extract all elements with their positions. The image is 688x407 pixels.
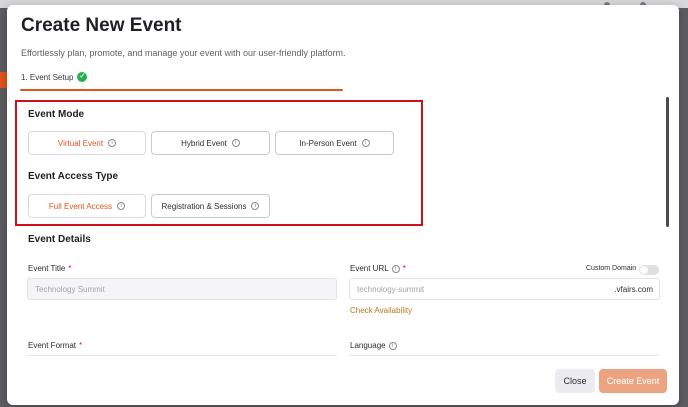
event-url-suffix: .vfairs.com (614, 285, 653, 294)
language-label: Language i (350, 341, 397, 350)
step-label: 1. Event Setup (21, 72, 74, 82)
custom-domain-label: Custom Domain (586, 265, 637, 272)
close-button[interactable]: Close (555, 369, 595, 393)
modal-title: Create New Event (21, 15, 182, 36)
language-select-edge[interactable] (349, 355, 660, 356)
required-mark: * (402, 264, 406, 273)
modal-subtitle: Effortlessly plan, promote, and manage y… (21, 48, 346, 58)
event-title-label: Event Title * (28, 264, 71, 273)
annotation-highlight-box (15, 100, 423, 226)
step-indicator[interactable]: 1. Event Setup ✓ (21, 72, 88, 82)
label-text: Event Format (28, 341, 77, 350)
event-url-placeholder: technology-summit (357, 284, 425, 294)
label-text: Event URL (350, 264, 389, 273)
create-event-button[interactable]: Create Event (599, 369, 667, 393)
check-availability-link[interactable]: Check Availability (350, 306, 412, 315)
event-url-input[interactable]: technology-summit .vfairs.com (349, 278, 660, 300)
check-circle-icon: ✓ (77, 72, 88, 82)
event-url-label: Event URL i * (350, 264, 406, 273)
step-progress-underline (20, 89, 343, 91)
event-details-title: Event Details (28, 234, 91, 245)
custom-domain-toggle[interactable] (639, 265, 659, 275)
event-format-select-edge[interactable] (27, 355, 337, 356)
required-mark: * (68, 264, 72, 273)
label-text: Event Title (28, 264, 66, 273)
info-icon[interactable]: i (391, 264, 400, 273)
event-title-input[interactable]: Technology Summit (27, 278, 337, 300)
scrollbar-thumb[interactable] (666, 97, 669, 227)
event-format-label: Event Format * (28, 341, 82, 350)
info-icon[interactable]: i (388, 341, 397, 350)
required-mark: * (79, 341, 83, 350)
event-title-placeholder: Technology Summit (35, 284, 105, 294)
label-text: Language (350, 341, 386, 350)
create-event-modal: Create New Event Effortlessly plan, prom… (7, 5, 679, 405)
